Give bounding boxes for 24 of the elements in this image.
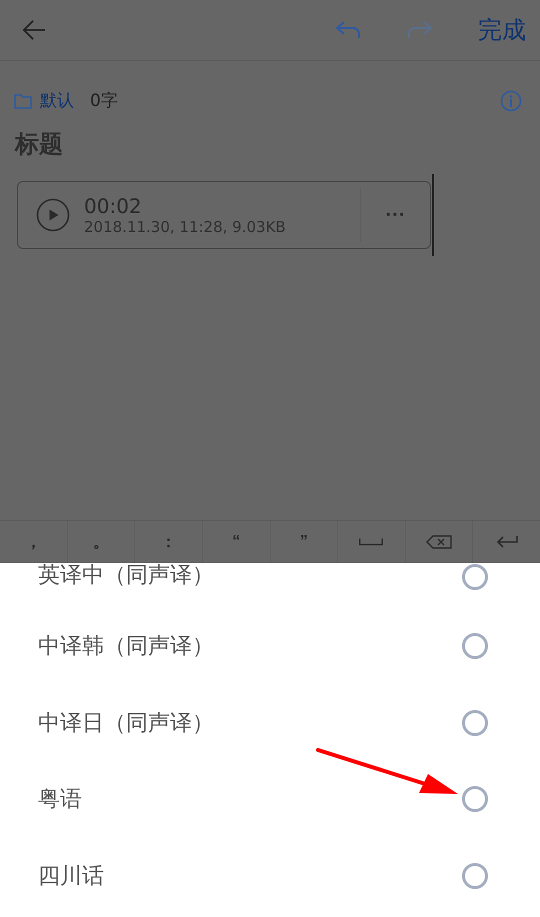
audio-duration: 00:02 bbox=[84, 194, 143, 218]
word-count: 0字 bbox=[90, 90, 118, 112]
radio-button[interactable] bbox=[462, 862, 488, 889]
play-icon[interactable] bbox=[36, 198, 70, 232]
redo-icon[interactable] bbox=[406, 19, 434, 41]
option-label[interactable]: 中译韩（同声译） bbox=[38, 631, 214, 662]
radio-button[interactable] bbox=[462, 633, 488, 660]
radio-button[interactable] bbox=[462, 564, 488, 590]
folder-icon bbox=[14, 92, 32, 108]
folder-label[interactable]: 默认 bbox=[40, 89, 74, 112]
backspace-icon bbox=[426, 535, 452, 549]
more-button[interactable]: ··· bbox=[360, 188, 430, 242]
back-icon[interactable] bbox=[20, 19, 48, 41]
option-label[interactable]: 粤语 bbox=[38, 784, 82, 814]
option-label[interactable]: 中译日（同声译） bbox=[38, 708, 214, 738]
title-field[interactable]: 标题 bbox=[15, 128, 63, 160]
option-label[interactable]: 四川话 bbox=[38, 860, 104, 891]
radio-button[interactable] bbox=[462, 786, 488, 812]
undo-icon[interactable] bbox=[334, 19, 362, 41]
radio-button[interactable] bbox=[462, 710, 488, 736]
punctuation-key[interactable]: ， bbox=[0, 521, 67, 563]
option-label[interactable]: 英译中（同声译） bbox=[38, 564, 214, 588]
done-button[interactable]: 完成 bbox=[478, 14, 526, 46]
info-icon[interactable] bbox=[500, 90, 522, 112]
